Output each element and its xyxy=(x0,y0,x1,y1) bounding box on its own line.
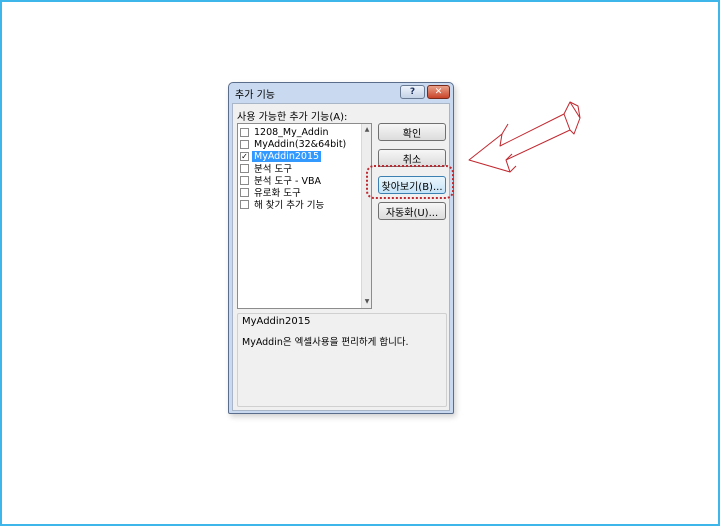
addin-checkbox[interactable] xyxy=(240,163,249,173)
description-title: MyAddin2015 xyxy=(242,316,311,327)
addins-list-label: 사용 가능한 추가 기능(A): xyxy=(237,112,348,123)
addin-item-1208-my-addin[interactable]: 1208_My_Addin xyxy=(238,126,331,138)
dialog-title: 추가 기능 xyxy=(235,90,275,101)
addin-checkbox[interactable] xyxy=(240,175,249,185)
browse-highlight-annotation xyxy=(366,165,454,199)
close-button[interactable]: ✕ xyxy=(427,85,450,99)
addin-item-myaddin-32-64bit[interactable]: MyAddin(32&64bit) xyxy=(238,138,348,150)
dialog-body: 사용 가능한 추가 기능(A): 1208_My_Addin MyAddin(3… xyxy=(232,103,450,411)
addin-checkbox[interactable]: ✓ xyxy=(240,151,249,161)
addin-checkbox[interactable] xyxy=(240,199,249,209)
addin-checkbox[interactable] xyxy=(240,187,249,197)
addin-label: 1208_My_Addin xyxy=(254,126,329,138)
title-bar: 추가 기능 ? ✕ xyxy=(229,83,453,101)
addins-listbox[interactable]: 1208_My_Addin MyAddin(32&64bit) ✓ MyAddi… xyxy=(237,123,372,309)
automation-button[interactable]: 자동화(U)... xyxy=(378,202,446,220)
addin-label: MyAddin2015 xyxy=(252,150,322,162)
pointer-arrow-icon xyxy=(468,101,581,173)
addin-label: MyAddin(32&64bit) xyxy=(254,138,347,150)
addin-checkbox[interactable] xyxy=(240,127,249,137)
addins-dialog: 추가 기능 ? ✕ 사용 가능한 추가 기능(A): 1208_My_Addin… xyxy=(228,82,454,414)
description-text: MyAddin은 엑셀사용을 편리하게 합니다. xyxy=(242,337,409,348)
addin-item-solver[interactable]: 해 찾기 추가 기능 xyxy=(238,198,326,211)
scroll-down-icon[interactable]: ▼ xyxy=(362,296,372,308)
description-panel: MyAddin2015 MyAddin은 엑셀사용을 편리하게 합니다. xyxy=(237,313,447,407)
addin-checkbox[interactable] xyxy=(240,139,249,149)
scroll-up-icon[interactable]: ▲ xyxy=(362,124,372,136)
listbox-scrollbar[interactable]: ▲ ▼ xyxy=(361,124,371,308)
addin-label: 해 찾기 추가 기능 xyxy=(254,200,325,211)
ok-button[interactable]: 확인 xyxy=(378,123,446,141)
help-button[interactable]: ? xyxy=(400,85,425,99)
